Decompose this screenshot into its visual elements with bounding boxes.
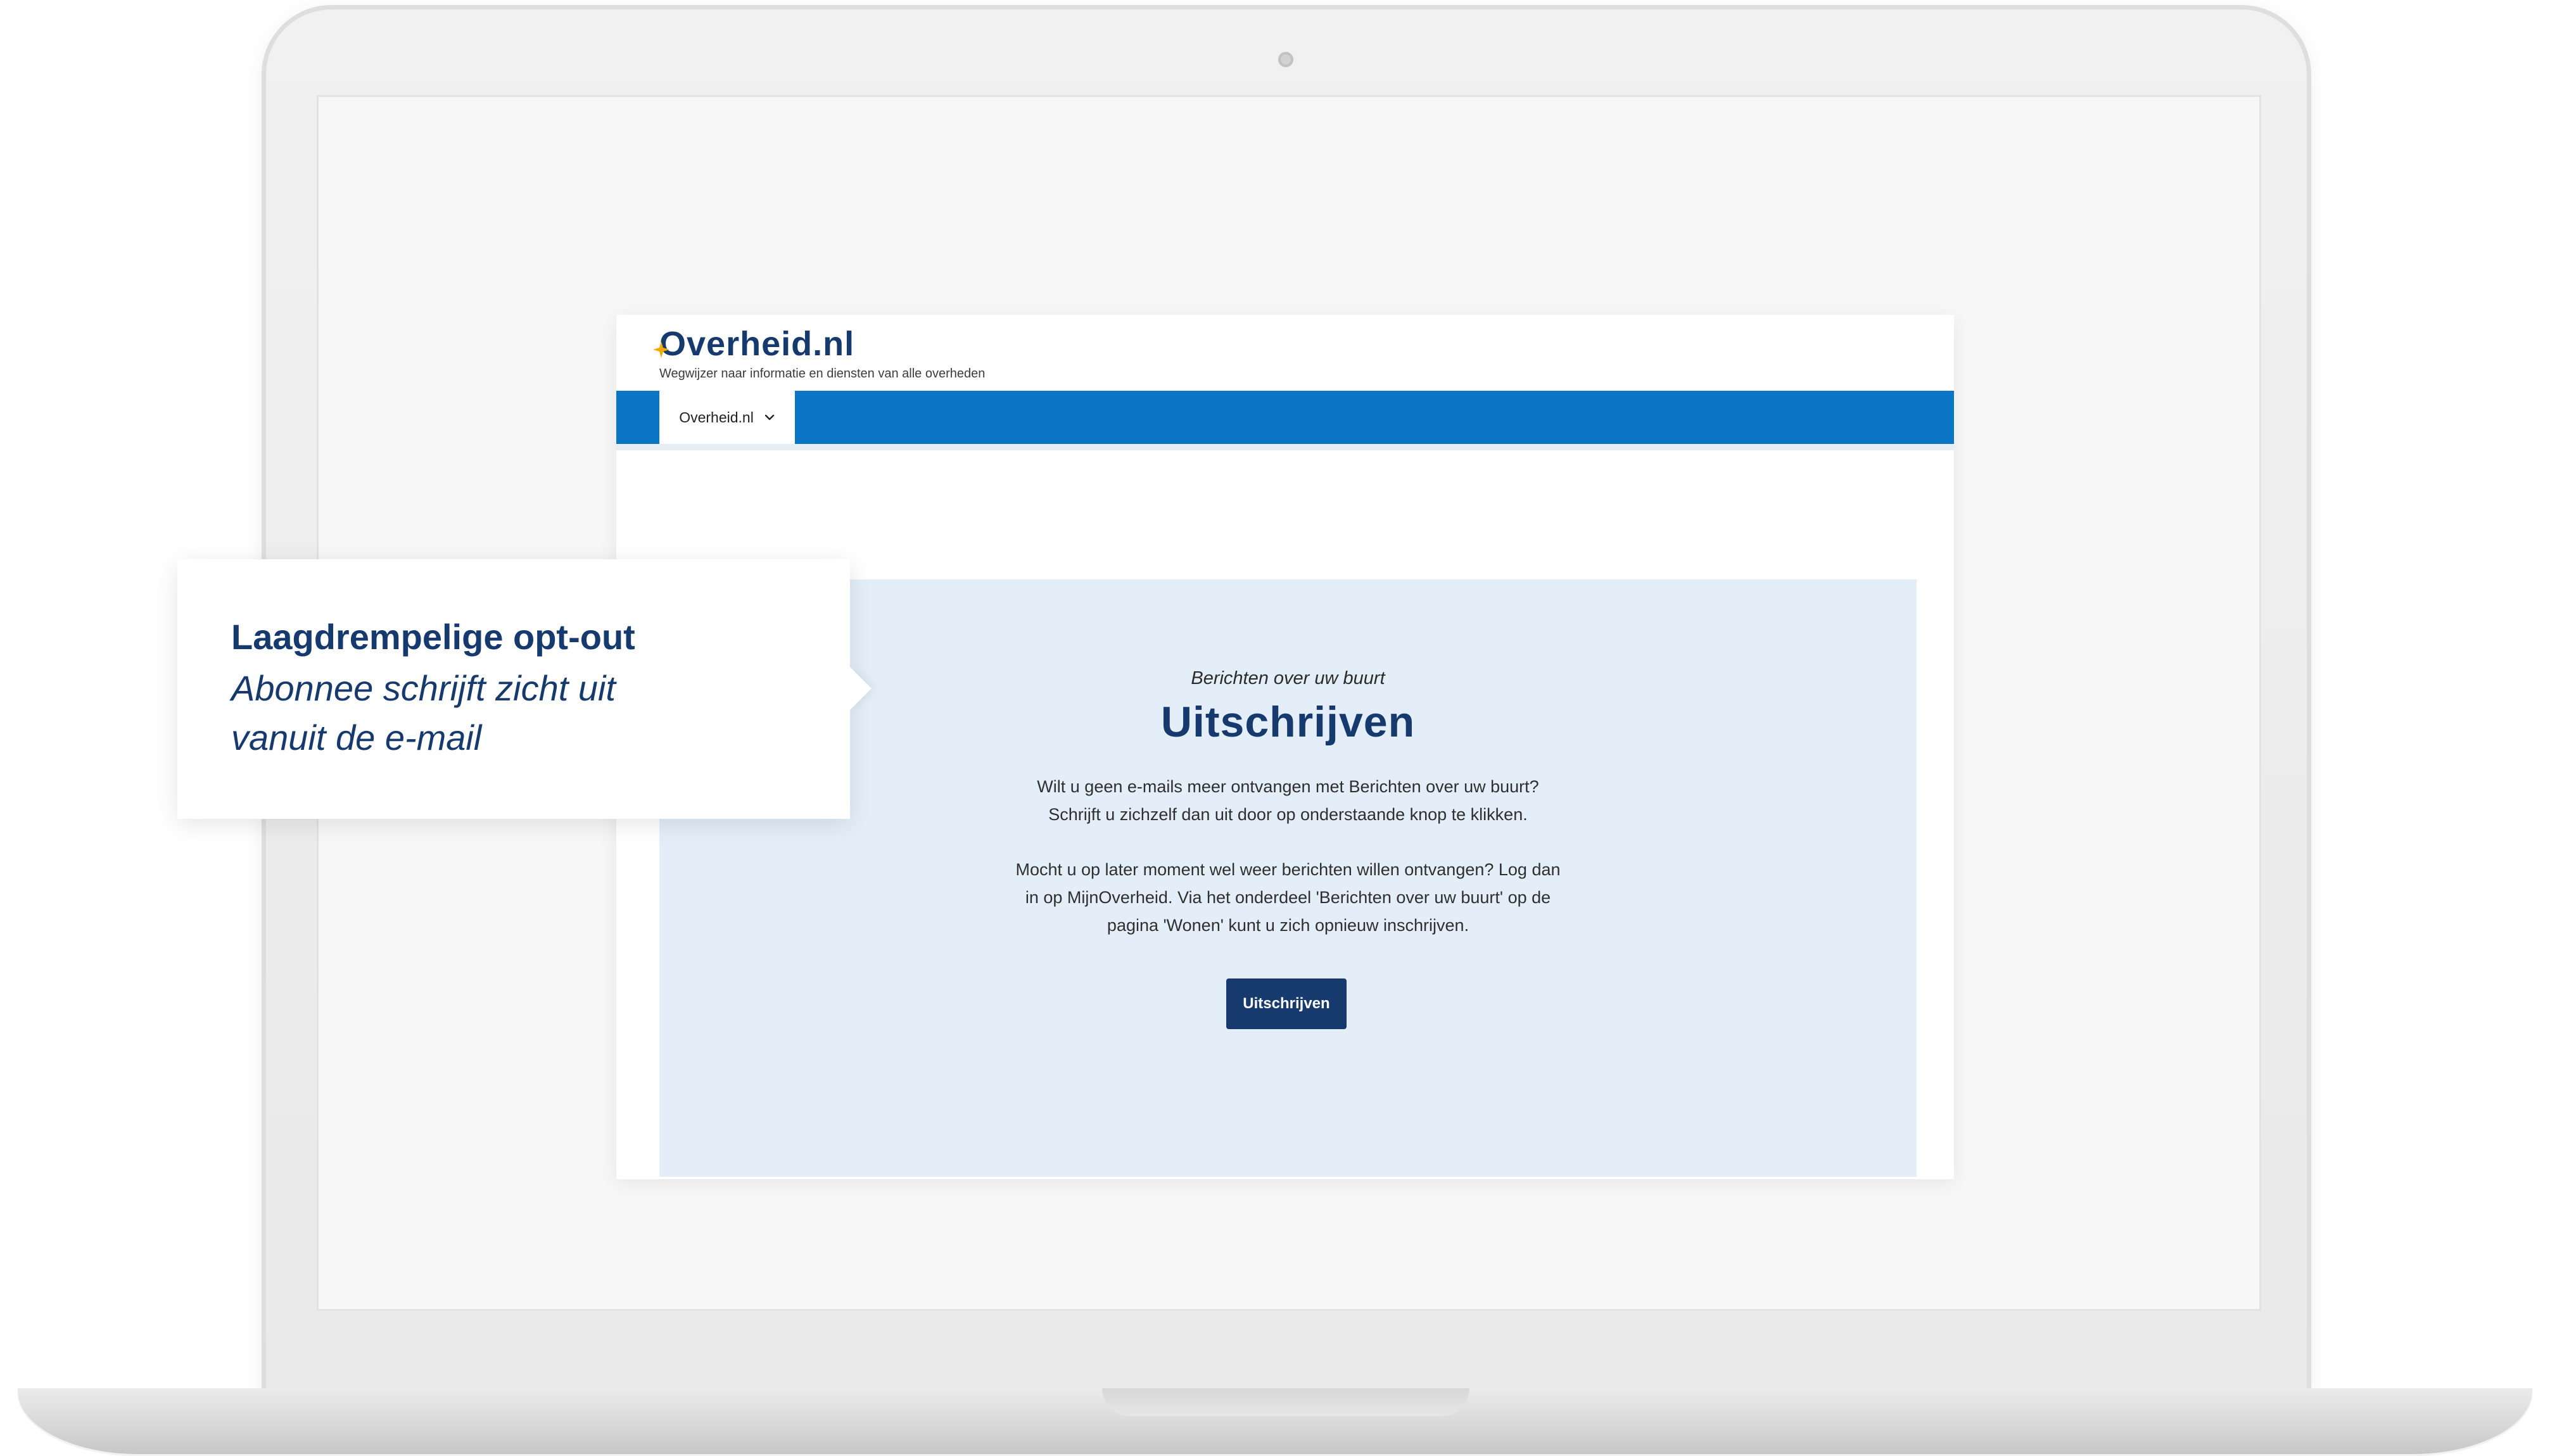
nav-tab-label: Overheid.nl: [679, 408, 754, 426]
webcam-icon: [1278, 52, 1293, 67]
resubscribe-paragraph: Mocht u op later moment wel weer bericht…: [659, 856, 1917, 939]
resubscribe-line: pagina 'Wonen' kunt u zich opnieuw insch…: [1107, 916, 1469, 935]
unsubscribe-button[interactable]: Uitschrijven: [1226, 978, 1347, 1029]
callout-body-line: vanuit de e-mail: [231, 718, 482, 757]
callout-body-line: Abonnee schrijft zicht uit: [231, 668, 616, 708]
chevron-down-icon: [764, 414, 775, 421]
callout-card: Laagdrempelige opt-out Abonnee schrijft …: [177, 559, 850, 819]
logo-wordmark: Overheid: [653, 325, 813, 363]
main-navigation: Overheid.nl: [616, 391, 1954, 444]
logo-suffix: .nl: [813, 325, 855, 363]
nav-divider: [616, 444, 1954, 450]
site-header: Overheid .nl Wegwijzer naar informatie e…: [653, 325, 986, 388]
site-tagline: Wegwijzer naar informatie en diensten va…: [659, 367, 986, 381]
callout-title: Laagdrempelige opt-out: [231, 617, 635, 657]
overheid-logo-spark-icon: [653, 341, 669, 358]
logo-text: Overheid: [659, 325, 813, 363]
resubscribe-line: in op MijnOverheid. Via het onderdeel 'B…: [1025, 888, 1551, 907]
resubscribe-line: Mocht u op later moment wel weer bericht…: [1015, 860, 1561, 879]
laptop-base-notch: [1102, 1388, 1469, 1416]
site-logo[interactable]: Overheid .nl: [653, 325, 985, 363]
nav-tab-overheid[interactable]: Overheid.nl: [659, 391, 795, 444]
laptop-mockup-scene: Overheid .nl Wegwijzer naar informatie e…: [0, 0, 2550, 1456]
callout-body: Abonnee schrijft zicht uit vanuit de e-m…: [231, 664, 801, 763]
